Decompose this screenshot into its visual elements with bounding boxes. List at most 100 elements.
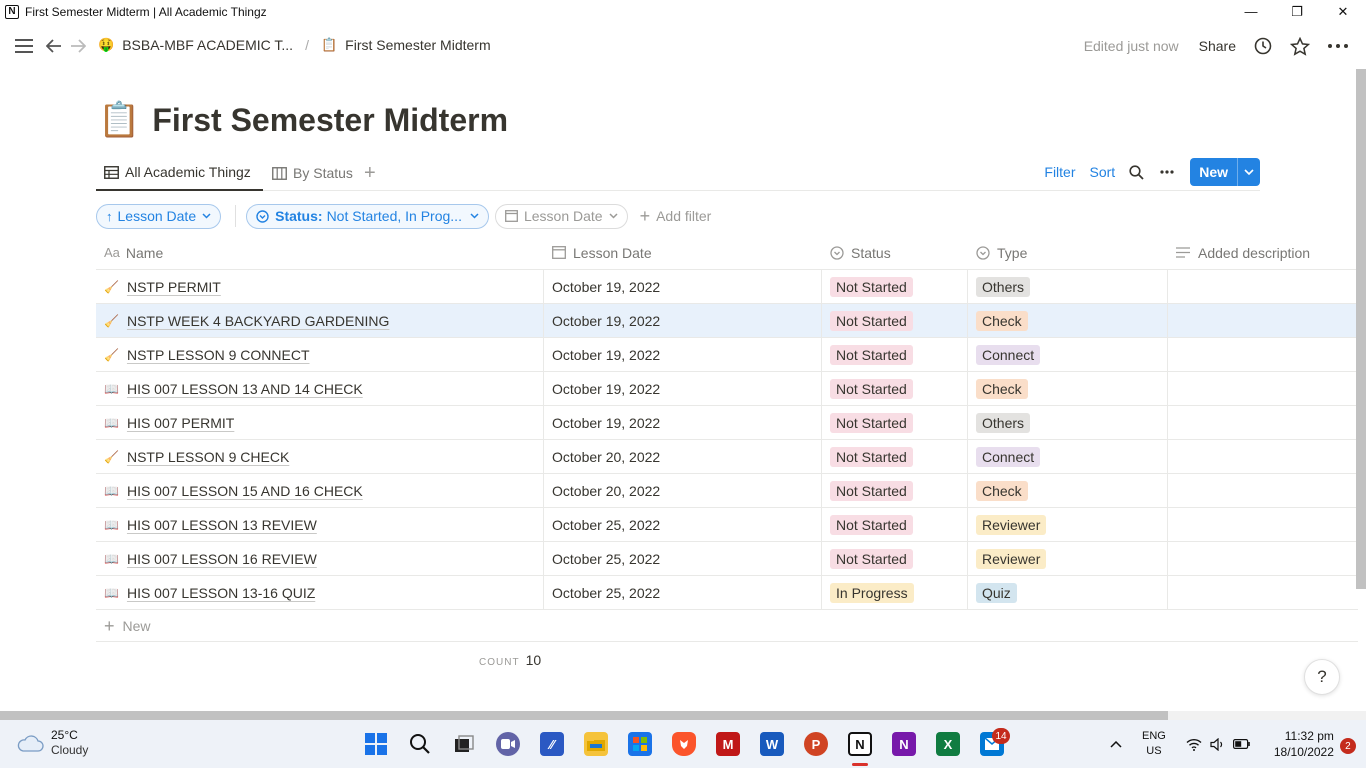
date-cell[interactable]: October 19, 2022 <box>544 406 822 439</box>
weather-widget[interactable]: 25°C Cloudy <box>16 728 88 758</box>
file-explorer-icon[interactable] <box>584 732 608 756</box>
date-cell[interactable]: October 19, 2022 <box>544 304 822 337</box>
status-cell[interactable]: Not Started <box>822 406 968 439</box>
status-cell[interactable]: In Progress <box>822 576 968 609</box>
status-cell[interactable]: Not Started <box>822 542 968 575</box>
wifi-icon[interactable] <box>1186 738 1202 751</box>
description-cell[interactable] <box>1168 372 1358 405</box>
row-name[interactable]: HIS 007 PERMIT <box>127 415 234 431</box>
favorite-star-icon[interactable] <box>1290 36 1310 56</box>
description-cell[interactable] <box>1168 542 1358 575</box>
status-cell[interactable]: Not Started <box>822 440 968 473</box>
description-cell[interactable] <box>1168 338 1358 371</box>
excel-icon[interactable]: X <box>936 732 960 756</box>
type-cell[interactable]: Connect <box>968 338 1168 371</box>
type-cell[interactable]: Others <box>968 270 1168 303</box>
table-row[interactable]: 📖 HIS 007 LESSON 13-16 QUIZ October 25, 2… <box>96 576 1358 610</box>
description-cell[interactable] <box>1168 440 1358 473</box>
date-cell[interactable]: October 19, 2022 <box>544 372 822 405</box>
column-header-status[interactable]: Status <box>822 236 968 269</box>
word-icon[interactable]: W <box>760 732 784 756</box>
name-cell[interactable]: 🧹 NSTP PERMIT <box>96 270 544 303</box>
row-name[interactable]: NSTP LESSON 9 CHECK <box>127 449 289 465</box>
sort-pill-lesson-date[interactable]: ↑ Lesson Date <box>96 203 222 229</box>
minimize-button[interactable]: — <box>1228 0 1274 23</box>
sidebar-menu-icon[interactable] <box>14 36 34 56</box>
share-button[interactable]: Share <box>1199 38 1236 54</box>
date-filter-pill[interactable]: Lesson Date <box>494 203 628 229</box>
column-header-date[interactable]: Lesson Date <box>544 236 822 269</box>
type-cell[interactable]: Others <box>968 406 1168 439</box>
mcafee-icon[interactable]: M <box>716 732 740 756</box>
add-filter-button[interactable]: + Add filter <box>640 207 712 225</box>
notion-icon[interactable]: N <box>848 732 872 756</box>
column-header-name[interactable]: Aa Name <box>96 236 544 269</box>
row-name[interactable]: HIS 007 LESSON 13 AND 14 CHECK <box>127 381 363 397</box>
history-clock-icon[interactable] <box>1254 37 1272 55</box>
status-cell[interactable]: Not Started <box>822 474 968 507</box>
view-options-icon[interactable] <box>1160 170 1174 174</box>
new-entry-button[interactable]: New <box>1190 158 1260 186</box>
search-icon[interactable] <box>1129 164 1144 180</box>
name-cell[interactable]: 📖 HIS 007 LESSON 16 REVIEW <box>96 542 544 575</box>
type-cell[interactable]: Reviewer <box>968 508 1168 541</box>
tab-by-status[interactable]: By Status <box>272 155 353 191</box>
add-view-plus-icon[interactable]: + <box>364 155 376 191</box>
task-view-icon[interactable] <box>452 732 476 756</box>
new-button-label[interactable]: New <box>1190 158 1237 186</box>
status-cell[interactable]: Not Started <box>822 270 968 303</box>
name-cell[interactable]: 📖 HIS 007 LESSON 13-16 QUIZ <box>96 576 544 609</box>
type-cell[interactable]: Check <box>968 372 1168 405</box>
row-name[interactable]: NSTP LESSON 9 CONNECT <box>127 347 310 363</box>
battery-icon[interactable] <box>1232 739 1250 749</box>
table-row[interactable]: 🧹 NSTP PERMIT October 19, 2022 Not Starte… <box>96 270 1358 304</box>
date-cell[interactable]: October 19, 2022 <box>544 338 822 371</box>
horizontal-scroll-thumb[interactable] <box>0 711 1168 720</box>
brave-browser-icon[interactable] <box>672 732 696 756</box>
table-row[interactable]: 📖 HIS 007 LESSON 15 AND 16 CHECK October … <box>96 474 1358 508</box>
date-cell[interactable]: October 25, 2022 <box>544 542 822 575</box>
name-cell[interactable]: 🧹 NSTP LESSON 9 CONNECT <box>96 338 544 371</box>
new-row-button[interactable]: + New <box>96 610 1358 642</box>
type-cell[interactable]: Quiz <box>968 576 1168 609</box>
chevron-up-icon[interactable] <box>1110 740 1122 748</box>
row-name[interactable]: NSTP WEEK 4 BACKYARD GARDENING <box>127 313 389 329</box>
name-cell[interactable]: 📖 HIS 007 LESSON 13 AND 14 CHECK <box>96 372 544 405</box>
status-cell[interactable]: Not Started <box>822 304 968 337</box>
volume-icon[interactable] <box>1210 737 1225 751</box>
powerpoint-icon[interactable]: P <box>804 732 828 756</box>
status-cell[interactable]: Not Started <box>822 508 968 541</box>
table-row[interactable]: 📖 HIS 007 PERMIT October 19, 2022 Not Sta… <box>96 406 1358 440</box>
type-cell[interactable]: Connect <box>968 440 1168 473</box>
status-filter-pill[interactable]: Status: Not Started, In Prog... <box>246 203 489 229</box>
help-button[interactable]: ? <box>1304 659 1340 695</box>
date-cell[interactable]: October 20, 2022 <box>544 440 822 473</box>
clock[interactable]: 11:32 pm 18/10/2022 <box>1274 728 1334 760</box>
column-header-type[interactable]: Type <box>968 236 1168 269</box>
description-cell[interactable] <box>1168 406 1358 439</box>
description-cell[interactable] <box>1168 304 1358 337</box>
row-name[interactable]: NSTP PERMIT <box>127 279 221 295</box>
microsoft-store-icon[interactable] <box>628 732 652 756</box>
new-dropdown-chevron-icon[interactable] <box>1237 158 1260 186</box>
page-icon[interactable]: 📋 <box>98 100 140 140</box>
type-cell[interactable]: Reviewer <box>968 542 1168 575</box>
filter-button[interactable]: Filter <box>1044 164 1075 180</box>
tab-all-academic-thingz[interactable]: All Academic Thingz <box>96 155 263 191</box>
breadcrumb-page[interactable]: First Semester Midterm <box>345 37 490 53</box>
name-cell[interactable]: 🧹 NSTP WEEK 4 BACKYARD GARDENING <box>96 304 544 337</box>
close-button[interactable]: ✕ <box>1320 0 1366 23</box>
name-cell[interactable]: 📖 HIS 007 LESSON 15 AND 16 CHECK <box>96 474 544 507</box>
column-header-description[interactable]: Added description <box>1168 236 1358 269</box>
table-row[interactable]: 📖 HIS 007 LESSON 16 REVIEW October 25, 20… <box>96 542 1358 576</box>
date-cell[interactable]: October 25, 2022 <box>544 576 822 609</box>
type-cell[interactable]: Check <box>968 474 1168 507</box>
description-cell[interactable] <box>1168 270 1358 303</box>
back-arrow-icon[interactable] <box>44 36 64 56</box>
description-cell[interactable] <box>1168 508 1358 541</box>
windows-start-icon[interactable] <box>364 732 388 756</box>
search-icon[interactable] <box>408 732 432 756</box>
type-cell[interactable]: Check <box>968 304 1168 337</box>
name-cell[interactable]: 🧹 NSTP LESSON 9 CHECK <box>96 440 544 473</box>
description-cell[interactable] <box>1168 474 1358 507</box>
